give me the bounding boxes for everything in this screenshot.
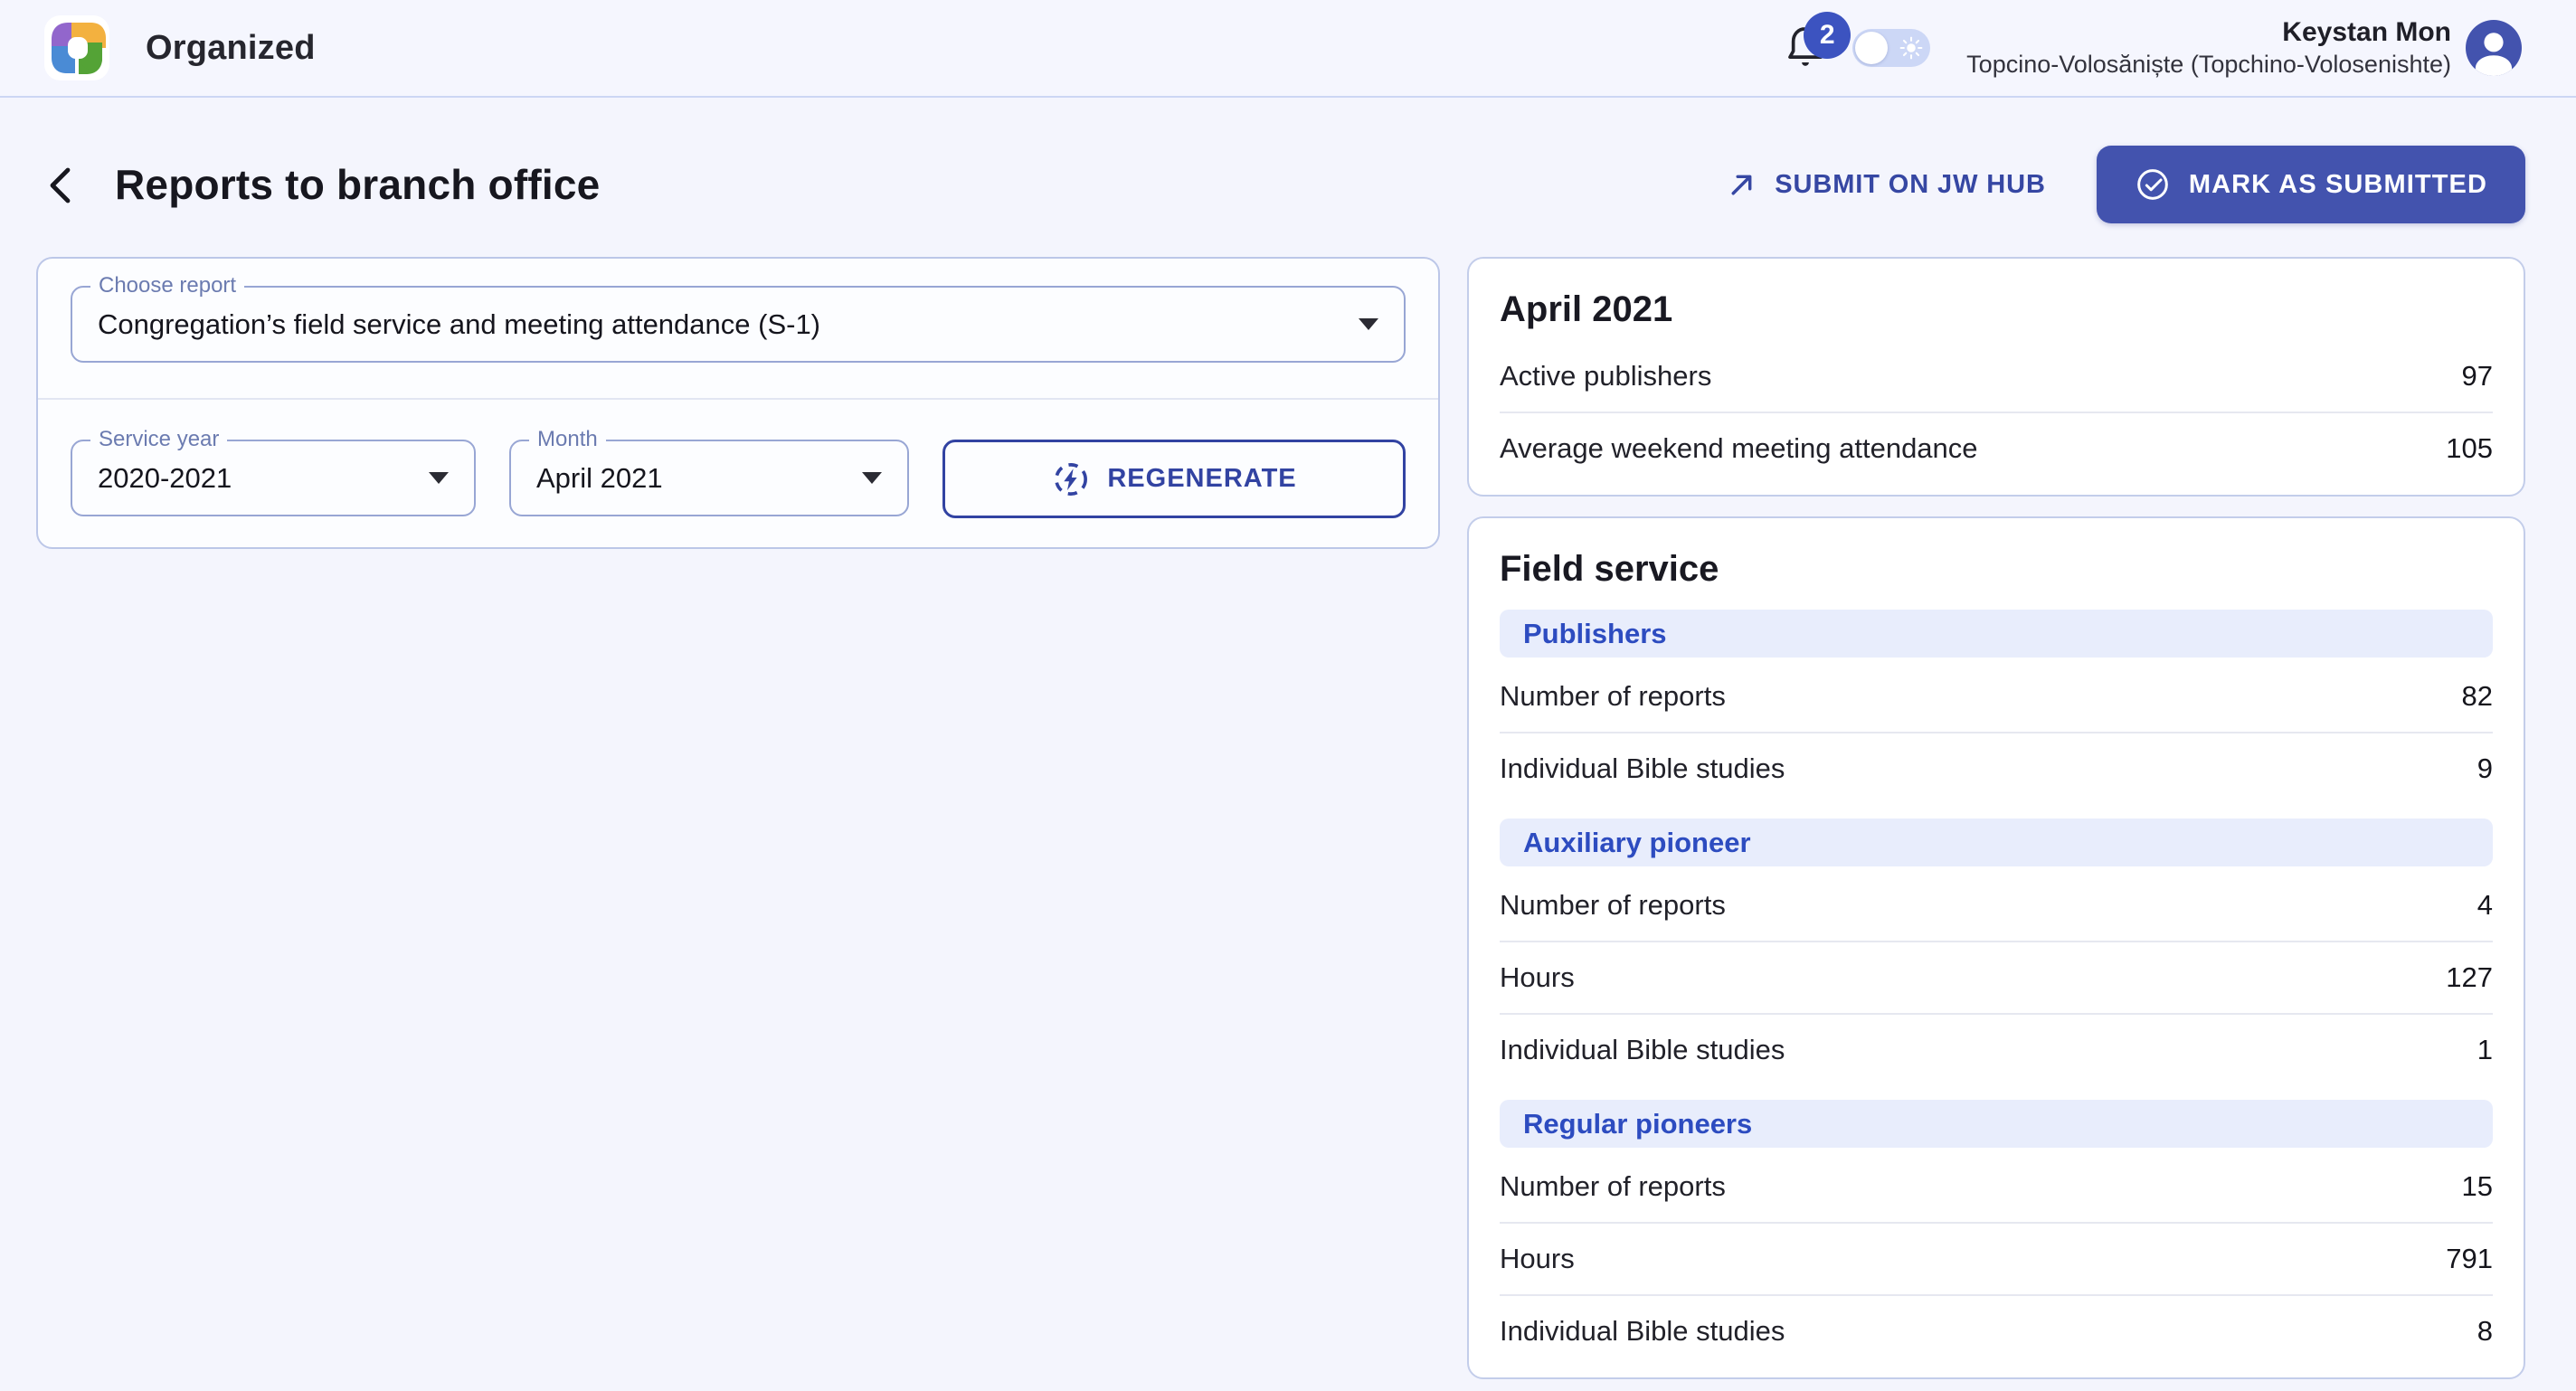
row-label: Number of reports [1500, 680, 1726, 713]
caret-down-icon [1359, 318, 1378, 330]
section-header-regular-pioneers: Regular pioneers [1500, 1100, 2493, 1148]
back-button[interactable] [41, 161, 88, 208]
choose-report-label: Choose report [90, 273, 244, 298]
section-header-auxiliary-pioneer: Auxiliary pioneer [1500, 819, 2493, 866]
row-value: 105 [2446, 432, 2493, 465]
row-value: 8 [2477, 1315, 2493, 1348]
notifications-button[interactable]: 2 [1782, 23, 1829, 73]
report-form-card: Choose report Congregation’s field servi… [36, 257, 1440, 549]
row-label: Number of reports [1500, 1170, 1726, 1203]
table-row: Hours 127 [1500, 941, 2493, 1013]
service-year-value: 2020-2021 [98, 462, 232, 495]
page-title-row: Reports to branch office SUBMIT ON JW HU… [41, 145, 2525, 224]
report-summary-column: April 2021 Active publishers 97 Average … [1467, 257, 2525, 1379]
row-value: 4 [2477, 889, 2493, 922]
regenerate-button[interactable]: REGENERATE [942, 440, 1406, 518]
row-label: Individual Bible studies [1500, 1315, 1785, 1348]
row-value: 97 [2462, 360, 2493, 393]
table-row: Hours 791 [1500, 1222, 2493, 1294]
row-label: Number of reports [1500, 889, 1726, 922]
page-actions: SUBMIT ON JW HUB MARK AS SUBMITTED [1726, 146, 2525, 223]
field-service-card: Field service Publishers Number of repor… [1467, 516, 2525, 1379]
submit-on-jw-hub-button[interactable]: SUBMIT ON JW HUB [1726, 168, 2046, 201]
regenerate-icon [1051, 459, 1091, 499]
user-name: Keystan Mon [1966, 17, 2451, 48]
app-logo-icon [44, 15, 109, 80]
service-year-label: Service year [90, 427, 227, 452]
header-right: 2 Keystan Mon Topcino-Volosăniște (Topch… [1782, 17, 2522, 79]
submit-on-jw-hub-label: SUBMIT ON JW HUB [1775, 170, 2046, 200]
row-value: 15 [2462, 1170, 2493, 1203]
row-label: Hours [1500, 961, 1575, 994]
user-info: Keystan Mon Topcino-Volosăniște (Topchin… [1966, 17, 2451, 79]
row-value: 127 [2446, 961, 2493, 994]
back-icon [41, 163, 84, 206]
row-label: Hours [1500, 1243, 1575, 1275]
month-summary-card: April 2021 Active publishers 97 Average … [1467, 257, 2525, 497]
caret-down-icon [429, 472, 449, 484]
table-row: Number of reports 82 [1500, 661, 2493, 732]
month-label: Month [529, 427, 606, 452]
check-circle-icon [2135, 166, 2171, 203]
mark-as-submitted-button[interactable]: MARK AS SUBMITTED [2097, 146, 2525, 223]
app-header: Organized 2 Keystan Mon Top [0, 0, 2576, 98]
theme-toggle[interactable] [1852, 29, 1930, 67]
table-row: Individual Bible studies 1 [1500, 1013, 2493, 1085]
table-row: Number of reports 15 [1500, 1151, 2493, 1222]
row-value: 9 [2477, 752, 2493, 785]
choose-report-value: Congregation’s field service and meeting… [98, 308, 820, 341]
table-row: Individual Bible studies 9 [1500, 732, 2493, 804]
summary-row: Active publishers 97 [1500, 341, 2493, 412]
avatar-icon [2466, 20, 2522, 76]
publishers-rows: Number of reports 82 Individual Bible st… [1500, 661, 2493, 804]
row-label: Individual Bible studies [1500, 752, 1785, 785]
regular-pioneers-rows: Number of reports 15 Hours 791 Individua… [1500, 1151, 2493, 1367]
month-summary-rows: Active publishers 97 Average weekend mee… [1500, 341, 2493, 484]
service-year-select[interactable]: Service year 2020-2021 [71, 440, 476, 516]
summary-row: Average weekend meeting attendance 105 [1500, 412, 2493, 484]
month-value: April 2021 [536, 462, 663, 495]
regenerate-label: REGENERATE [1107, 464, 1296, 494]
form-divider [38, 398, 1438, 400]
caret-down-icon [862, 472, 882, 484]
external-arrow-icon [1726, 168, 1758, 201]
row-value: 1 [2477, 1034, 2493, 1066]
auxiliary-pioneer-rows: Number of reports 4 Hours 127 Individual… [1500, 870, 2493, 1085]
row-value: 791 [2446, 1243, 2493, 1275]
notification-badge: 2 [1804, 12, 1851, 59]
mark-as-submitted-label: MARK AS SUBMITTED [2189, 170, 2487, 200]
app-name: Organized [146, 29, 316, 68]
user-avatar[interactable] [2466, 20, 2522, 76]
sun-icon [1899, 36, 1923, 60]
form-row: Service year 2020-2021 Month April 2021 … [71, 440, 1406, 518]
row-label: Average weekend meeting attendance [1500, 432, 1978, 465]
toggle-knob [1855, 32, 1888, 64]
table-row: Number of reports 4 [1500, 870, 2493, 941]
table-row: Individual Bible studies 8 [1500, 1294, 2493, 1367]
row-value: 82 [2462, 680, 2493, 713]
month-summary-title: April 2021 [1500, 289, 2493, 330]
month-select[interactable]: Month April 2021 [509, 440, 909, 516]
choose-report-select[interactable]: Choose report Congregation’s field servi… [71, 286, 1406, 363]
page-title: Reports to branch office [115, 160, 600, 209]
section-header-publishers: Publishers [1500, 610, 2493, 658]
row-label: Active publishers [1500, 360, 1711, 393]
field-service-title: Field service [1500, 549, 2493, 590]
header-left: Organized [44, 15, 316, 80]
main-content: Choose report Congregation’s field servi… [0, 257, 2576, 1379]
user-congregation: Topcino-Volosăniște (Topchino-Volosenish… [1966, 51, 2451, 79]
row-label: Individual Bible studies [1500, 1034, 1785, 1066]
